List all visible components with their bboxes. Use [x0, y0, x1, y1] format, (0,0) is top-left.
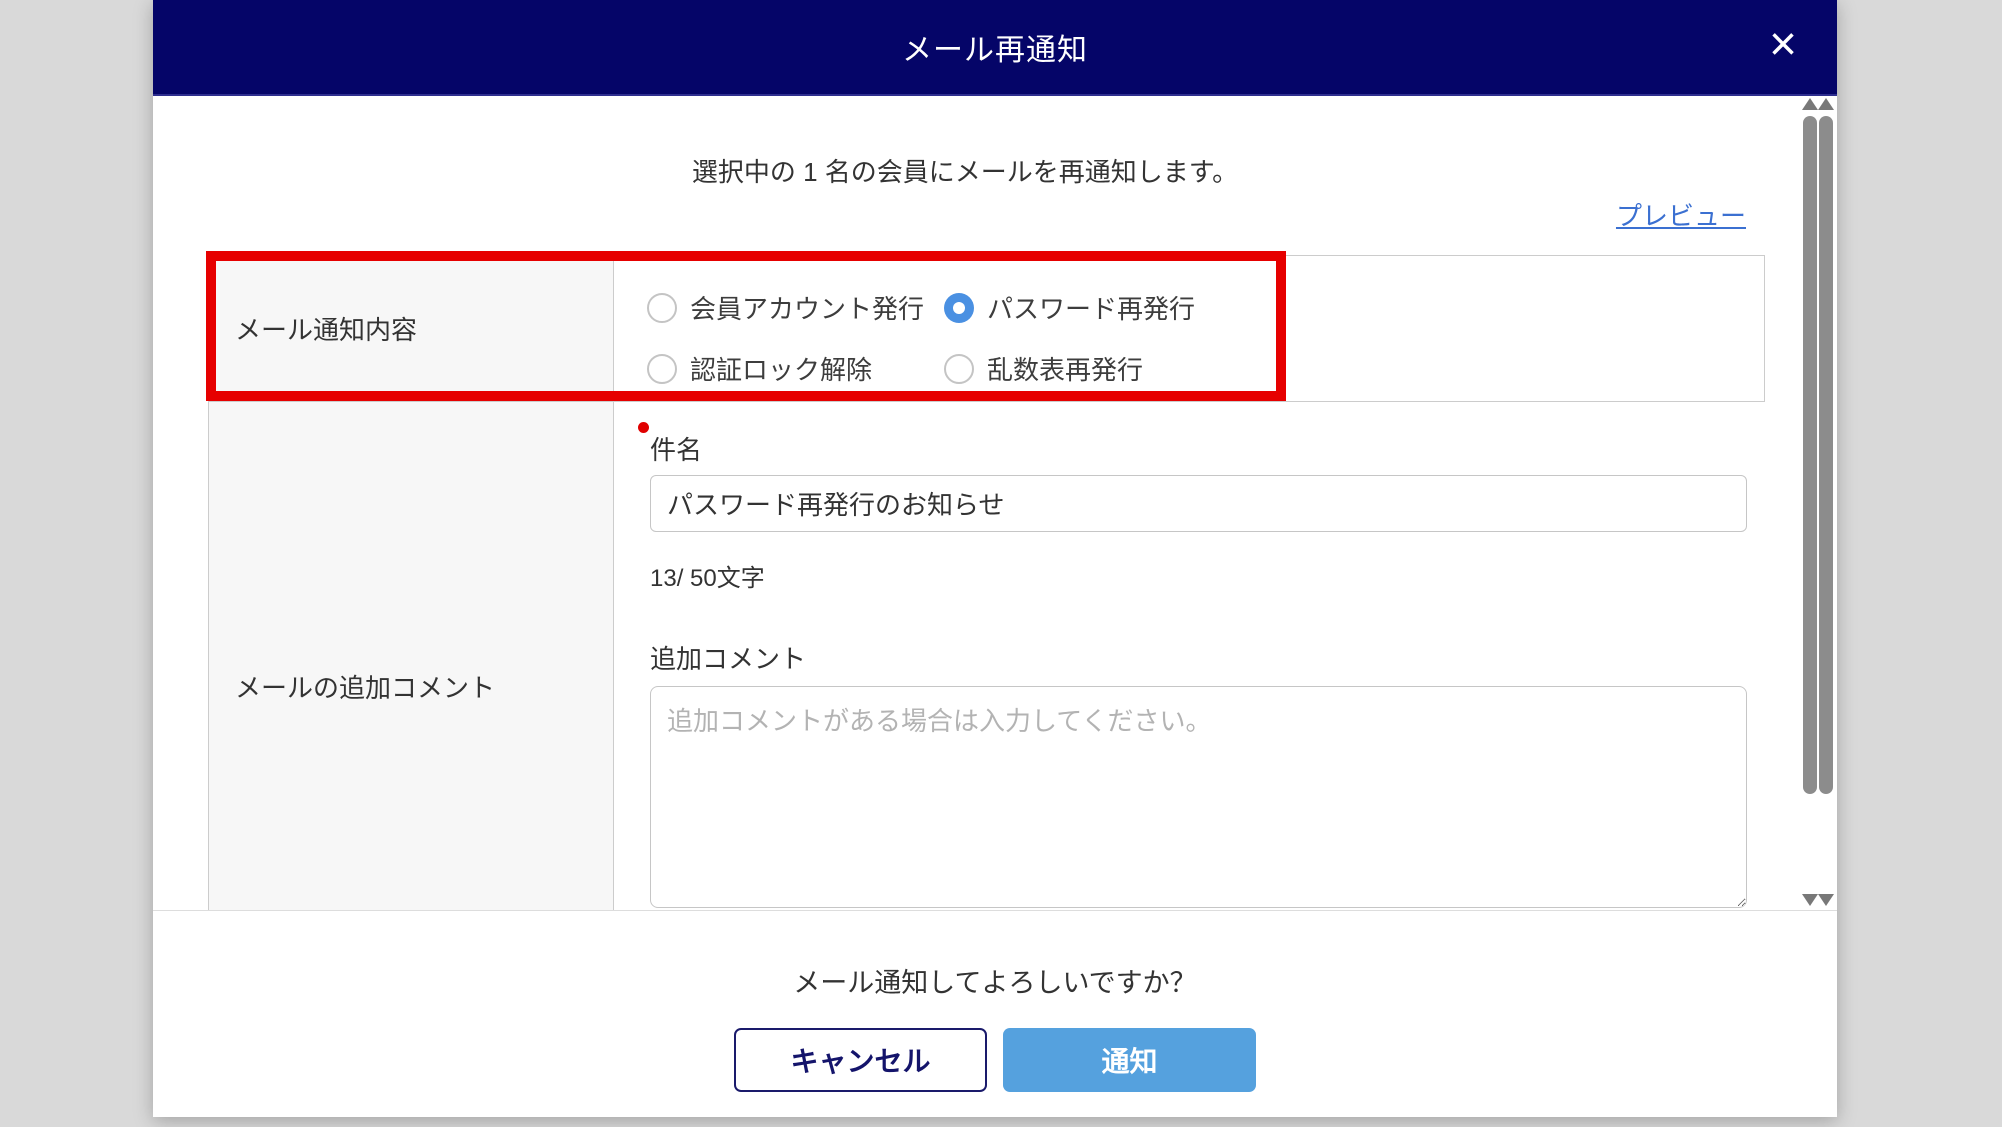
cancel-button[interactable]: キャンセル — [734, 1028, 987, 1092]
notify-button[interactable]: 通知 — [1003, 1028, 1256, 1092]
radio-unselected-icon[interactable] — [944, 353, 974, 384]
notification-type-row: メール通知内容 会員アカウント発行 パスワード再発行 認証ロック解除 乱数表再発… — [209, 256, 1764, 401]
close-icon[interactable]: × — [1769, 21, 1797, 69]
subject-char-counter: 13/ 50文字 — [650, 565, 765, 592]
notification-radio-group: 会員アカウント発行 パスワード再発行 認証ロック解除 乱数表再発行 — [614, 256, 1764, 387]
radio-unselected-icon[interactable] — [647, 353, 677, 384]
confirm-message: メール通知してよろしいですか？ — [793, 968, 1197, 998]
mail-form-table: メール通知内容 会員アカウント発行 パスワード再発行 認証ロック解除 乱数表再発… — [208, 255, 1765, 910]
scrollbar-thumb[interactable] — [1819, 116, 1833, 794]
subject-label: 件名 — [650, 435, 703, 465]
scroll-up-icon[interactable] — [1802, 98, 1818, 110]
scroll-down-icon[interactable] — [1818, 894, 1834, 906]
scrollbar-thumb[interactable] — [1803, 116, 1817, 794]
additional-comment-row-label: メールの追加コメント — [209, 402, 614, 910]
scroll-up-icon[interactable] — [1818, 98, 1834, 110]
radio-random-table-reissue[interactable]: 乱数表再発行 — [944, 350, 1764, 387]
radio-auth-lock-release[interactable]: 認証ロック解除 — [647, 350, 944, 387]
radio-member-account-issue[interactable]: 会員アカウント発行 — [647, 289, 944, 326]
dialog-footer: メール通知してよろしいですか？ キャンセル 通知 — [153, 910, 1837, 1117]
radio-selected-icon[interactable] — [944, 292, 974, 323]
intro-text: 選択中の 1 名の会員にメールを再通知します。 — [691, 157, 1239, 187]
radio-unselected-icon[interactable] — [647, 292, 677, 323]
notification-type-label: メール通知内容 — [209, 256, 614, 401]
dialog-title: メール再通知 — [902, 34, 1088, 67]
subject-input[interactable] — [650, 475, 1747, 532]
required-dot-icon — [638, 422, 649, 433]
comment-textarea[interactable] — [650, 686, 1747, 908]
mail-renotify-dialog: メール再通知 × 選択中の 1 名の会員にメールを再通知します。 プレビュー メ… — [153, 0, 1837, 1117]
preview-link[interactable]: プレビュー — [1616, 196, 1746, 233]
dialog-header: メール再通知 × — [153, 0, 1837, 96]
radio-password-reissue[interactable]: パスワード再発行 — [944, 289, 1764, 326]
inner-scrollbar[interactable] — [1802, 96, 1818, 910]
scroll-down-icon[interactable] — [1802, 894, 1818, 906]
additional-comment-row: メールの追加コメント 件名 13/ 50文字 追加コメント 0/ 1,000文字 — [209, 401, 1765, 910]
outer-scrollbar[interactable] — [1818, 96, 1834, 910]
comment-label: 追加コメント — [650, 644, 807, 674]
dialog-scroll-body: 選択中の 1 名の会員にメールを再通知します。 プレビュー メール通知内容 会員… — [153, 96, 1837, 910]
